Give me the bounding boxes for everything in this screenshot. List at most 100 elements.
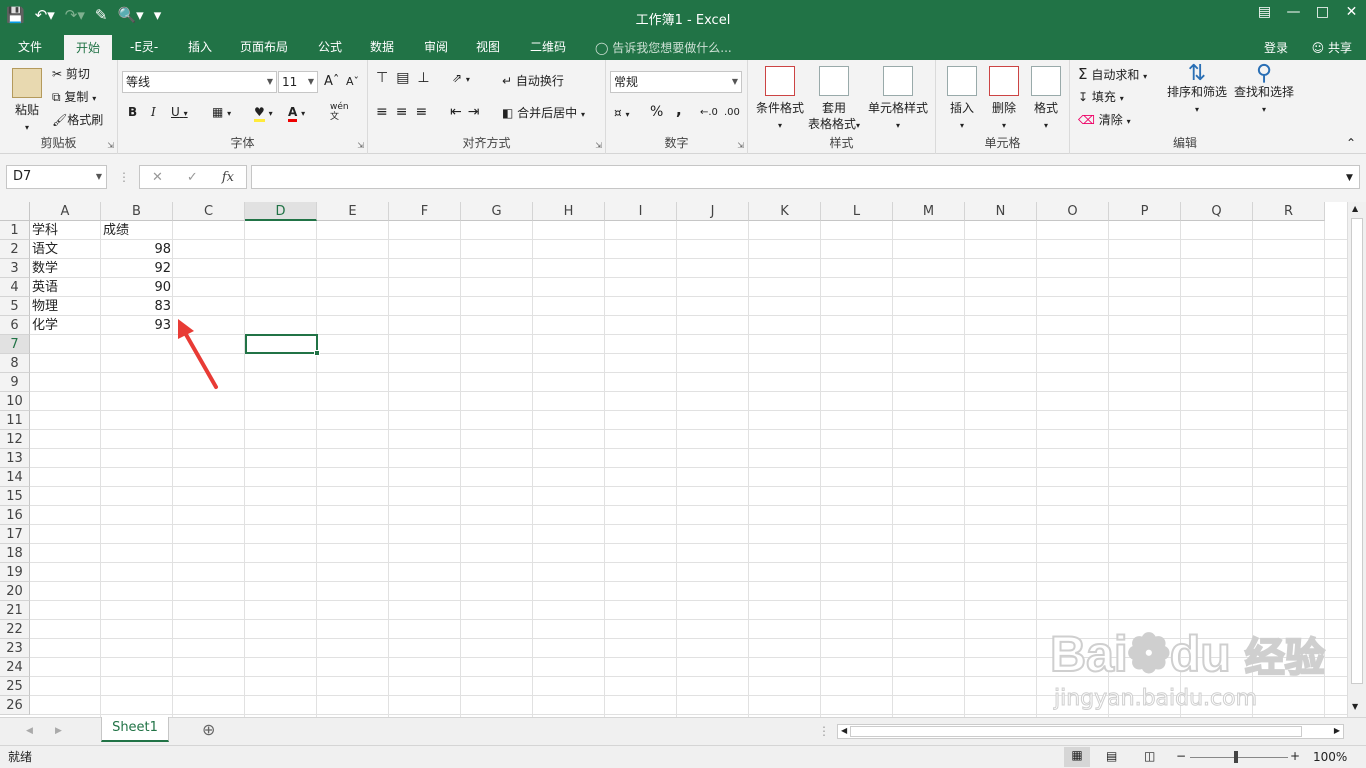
tab-view[interactable]: 视图	[476, 38, 500, 55]
next-sheet-icon[interactable]: ▶	[55, 723, 62, 739]
cell-B4[interactable]: 90	[101, 278, 173, 297]
share-button[interactable]: ☺ 共享	[1312, 39, 1352, 56]
row-header-12[interactable]: 12	[0, 430, 30, 449]
column-header-L[interactable]: L	[821, 202, 893, 221]
horizontal-scroll-thumb[interactable]	[850, 726, 1302, 737]
underline-button[interactable]: U ▾	[171, 104, 188, 122]
tab-e-ling[interactable]: -E灵-	[130, 38, 158, 55]
decimal-decrease-icon[interactable]: .00	[724, 105, 740, 121]
font-size-select[interactable]: 11 ▼	[278, 71, 318, 93]
sheet-tab-sheet1[interactable]: Sheet1	[101, 717, 169, 742]
column-header-I[interactable]: I	[605, 202, 677, 221]
insert-cells-button[interactable]: 插入 ▾	[944, 66, 980, 134]
tab-review[interactable]: 审阅	[424, 38, 448, 55]
increase-font-icon[interactable]: Aˆ	[324, 74, 339, 90]
row-header-1[interactable]: 1	[0, 221, 30, 240]
number-format-select[interactable]: 常规 ▼	[610, 71, 742, 93]
row-header-18[interactable]: 18	[0, 544, 30, 563]
add-sheet-icon[interactable]: ⊕	[202, 722, 215, 738]
name-box[interactable]: D7 ▼	[6, 165, 107, 189]
cell-B1[interactable]: 成绩	[101, 221, 173, 240]
scroll-down-icon[interactable]: ▼	[1352, 702, 1358, 711]
fill-color-icon[interactable]: ♥ ▾	[254, 104, 273, 122]
column-header-K[interactable]: K	[749, 202, 821, 221]
borders-icon[interactable]: ▦ ▾	[212, 104, 231, 122]
conditional-format-button[interactable]: 条件格式 ▾	[752, 66, 808, 134]
comma-button[interactable]: ,	[676, 102, 682, 118]
column-header-M[interactable]: M	[893, 202, 965, 221]
scroll-right-icon[interactable]: ▶	[1334, 726, 1340, 735]
cell-B5[interactable]: 83	[101, 297, 173, 316]
tell-me-box[interactable]: ◯ 告诉我您想要做什么...	[595, 39, 732, 56]
zoom-slider[interactable]	[1190, 757, 1288, 758]
cell-A2[interactable]: 语文	[30, 240, 101, 259]
horizontal-scrollbar[interactable]: ◀ ▶	[837, 724, 1344, 739]
currency-icon[interactable]: ¤ ▾	[614, 105, 629, 123]
row-header-24[interactable]: 24	[0, 658, 30, 677]
delete-cells-button[interactable]: 删除 ▾	[986, 66, 1022, 134]
cell-styles-button[interactable]: 单元格样式 ▾	[866, 66, 930, 134]
row-header-16[interactable]: 16	[0, 506, 30, 525]
formula-input[interactable]	[251, 165, 1360, 189]
cell-A3[interactable]: 数学	[30, 259, 101, 278]
paste-button[interactable]: 粘贴 ▾	[12, 68, 42, 136]
cut-button[interactable]: ✂ 剪切	[52, 66, 90, 82]
column-header-N[interactable]: N	[965, 202, 1037, 221]
row-header-13[interactable]: 13	[0, 449, 30, 468]
insert-function-button[interactable]: fx	[222, 170, 234, 185]
dialog-launcher-icon[interactable]: ⇲	[595, 141, 602, 150]
cell-A5[interactable]: 物理	[30, 297, 101, 316]
column-header-G[interactable]: G	[461, 202, 533, 221]
cell-A4[interactable]: 英语	[30, 278, 101, 297]
page-layout-view-icon[interactable]: ▤	[1106, 748, 1117, 764]
row-header-26[interactable]: 26	[0, 696, 30, 715]
row-header-10[interactable]: 10	[0, 392, 30, 411]
column-header-A[interactable]: A	[30, 202, 101, 221]
confirm-icon[interactable]: ✓	[187, 170, 198, 185]
vertical-scrollbar[interactable]: ▲ ▼	[1347, 202, 1366, 717]
vertical-align-icons[interactable]: ⊤▤⊥	[376, 70, 438, 86]
column-header-C[interactable]: C	[173, 202, 245, 221]
font-name-select[interactable]: 等线 ▼	[122, 71, 277, 93]
cell-B3[interactable]: 92	[101, 259, 173, 278]
row-header-14[interactable]: 14	[0, 468, 30, 487]
sort-filter-button[interactable]: ⇅ 排序和筛选 ▾	[1166, 63, 1228, 118]
decimal-increase-icon[interactable]: ←.0	[700, 105, 718, 121]
row-header-8[interactable]: 8	[0, 354, 30, 373]
tab-page-layout[interactable]: 页面布局	[240, 38, 288, 55]
percent-button[interactable]: %	[650, 104, 663, 120]
fill-handle[interactable]	[314, 350, 320, 356]
collapse-ribbon-icon[interactable]: ⌃	[1346, 135, 1356, 151]
page-break-view-icon[interactable]: ◫	[1144, 748, 1155, 764]
vertical-scroll-thumb[interactable]	[1351, 218, 1363, 684]
indent-icons[interactable]: ⇤⇥	[450, 104, 485, 120]
row-header-17[interactable]: 17	[0, 525, 30, 544]
merge-center-button[interactable]: ◧ 合并后居中 ▾	[502, 105, 585, 123]
tab-home[interactable]: 开始	[64, 35, 113, 60]
row-header-5[interactable]: 5	[0, 297, 30, 316]
wrap-text-button[interactable]: ↵ 自动换行	[502, 73, 564, 89]
normal-view-icon[interactable]: ▦	[1064, 747, 1090, 767]
copy-button[interactable]: ⧉ 复制 ▾	[52, 89, 96, 107]
scroll-left-icon[interactable]: ◀	[841, 726, 847, 735]
horizontal-align-icons[interactable]: ≡≡≡	[376, 104, 435, 120]
row-header-6[interactable]: 6	[0, 316, 30, 335]
column-header-O[interactable]: O	[1037, 202, 1109, 221]
row-header-15[interactable]: 15	[0, 487, 30, 506]
format-painter-button[interactable]: 🖌格式刷	[52, 112, 103, 128]
row-header-21[interactable]: 21	[0, 601, 30, 620]
tab-formulas[interactable]: 公式	[318, 38, 342, 55]
decrease-font-icon[interactable]: Aˇ	[346, 74, 359, 90]
cancel-icon[interactable]: ✕	[152, 170, 163, 185]
login-link[interactable]: 登录	[1264, 39, 1288, 56]
row-header-19[interactable]: 19	[0, 563, 30, 582]
italic-button[interactable]: I	[151, 104, 156, 120]
format-cells-button[interactable]: 格式 ▾	[1028, 66, 1064, 134]
row-header-23[interactable]: 23	[0, 639, 30, 658]
clear-button[interactable]: ⌫ 清除 ▾	[1078, 112, 1131, 130]
find-select-button[interactable]: ⚲ 查找和选择 ▾	[1232, 63, 1296, 118]
zoom-level[interactable]: 100%	[1313, 749, 1347, 765]
minimize-icon[interactable]: —	[1279, 4, 1308, 20]
row-header-9[interactable]: 9	[0, 373, 30, 392]
column-header-P[interactable]: P	[1109, 202, 1181, 221]
